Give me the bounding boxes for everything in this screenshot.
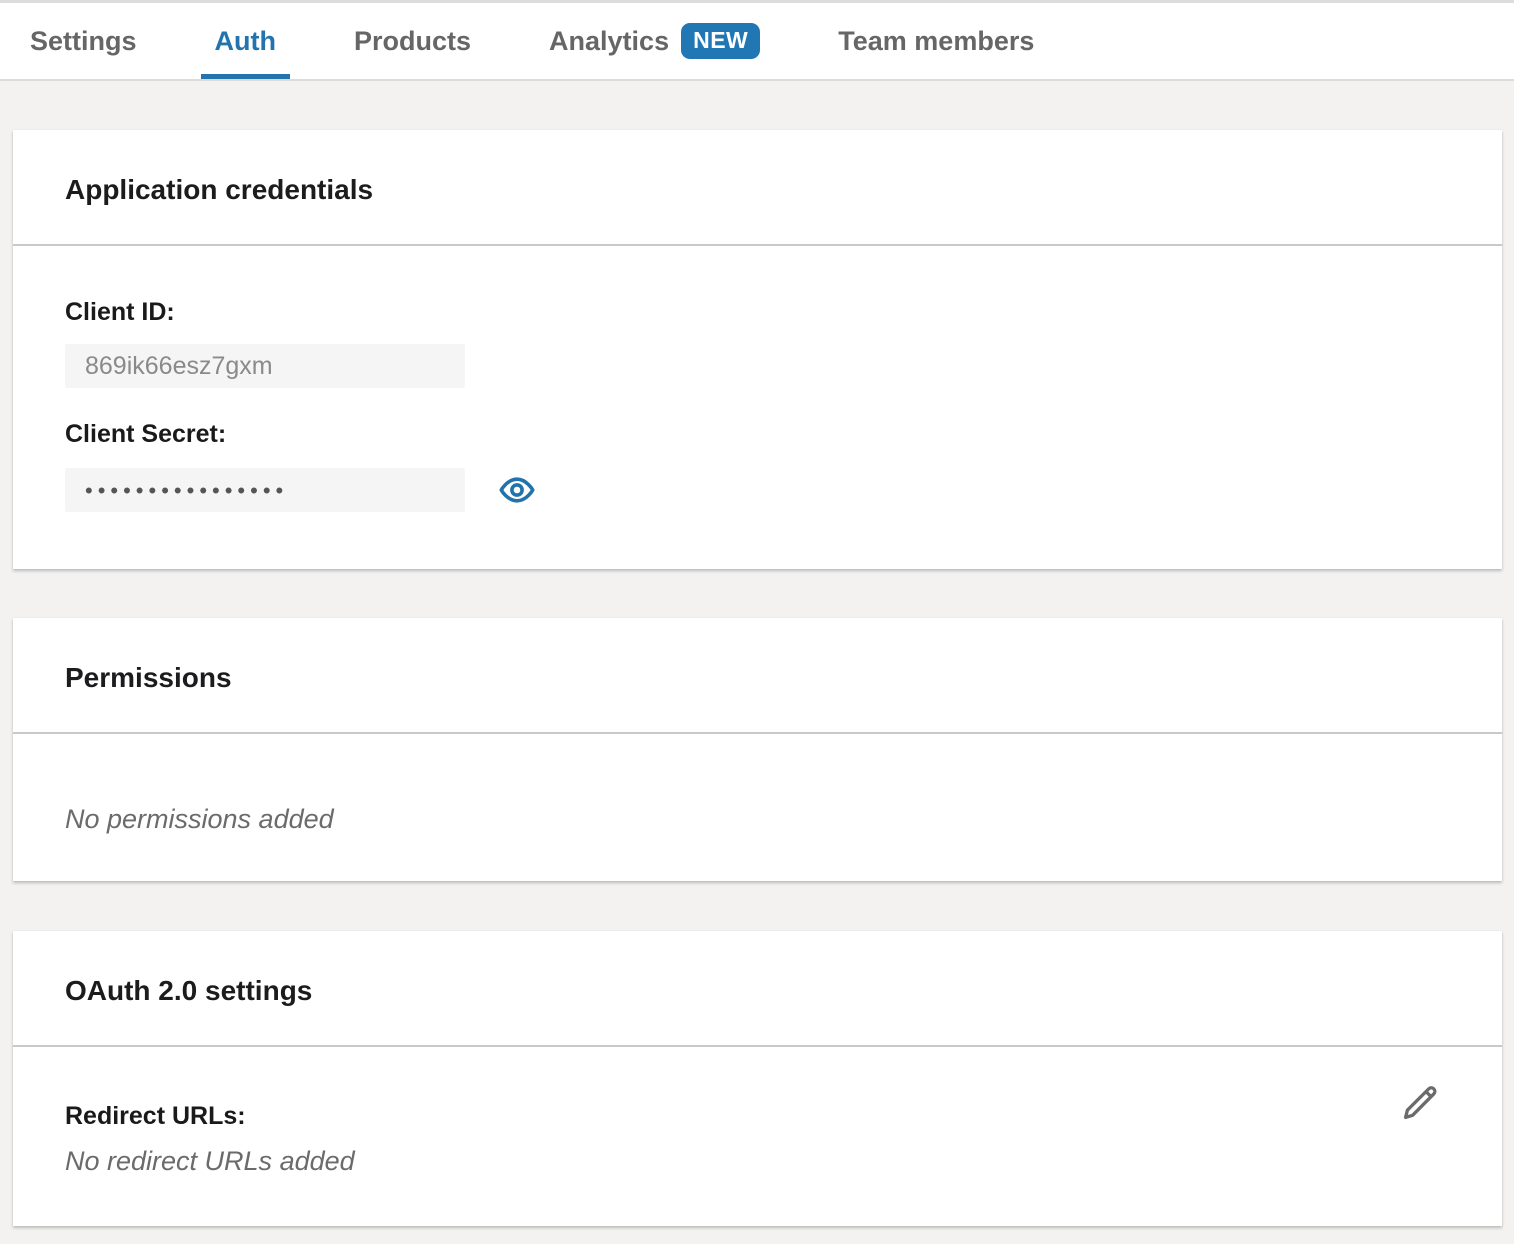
application-credentials-body: Client ID: 869ik66esz7gxm Client Secret:… <box>13 246 1502 569</box>
application-credentials-header: Application credentials <box>13 130 1502 244</box>
tab-team-members[interactable]: Team members <box>824 3 1048 79</box>
application-credentials-card: Application credentials Client ID: 869ik… <box>13 130 1502 569</box>
redirect-urls-label: Redirect URLs: <box>65 1102 1450 1130</box>
tab-analytics[interactable]: Analytics NEW <box>535 3 774 79</box>
permissions-card: Permissions No permissions added <box>13 618 1502 881</box>
tab-auth-label: Auth <box>215 26 276 57</box>
tab-bar: Settings Auth Products Analytics NEW Tea… <box>0 0 1514 81</box>
permissions-header: Permissions <box>13 618 1502 732</box>
edit-redirect-urls-button[interactable] <box>1398 1079 1444 1125</box>
oauth-settings-card: OAuth 2.0 settings Redirect URLs: No red… <box>13 931 1502 1226</box>
client-id-field[interactable]: 869ik66esz7gxm <box>65 344 465 388</box>
new-badge: NEW <box>681 23 760 59</box>
permissions-empty-text: No permissions added <box>65 804 1450 834</box>
client-secret-label: Client Secret: <box>65 420 1450 448</box>
client-secret-field[interactable]: •••••••••••••••• <box>65 468 465 512</box>
permissions-body: No permissions added <box>13 734 1502 881</box>
application-credentials-title: Application credentials <box>65 173 1450 207</box>
tab-analytics-label: Analytics <box>549 26 669 57</box>
tab-settings[interactable]: Settings <box>16 3 151 79</box>
permissions-title: Permissions <box>65 661 1450 695</box>
client-id-value: 869ik66esz7gxm <box>85 352 273 381</box>
redirect-urls-empty-text: No redirect URLs added <box>65 1146 1450 1176</box>
tab-auth[interactable]: Auth <box>201 3 290 79</box>
client-secret-masked-value: •••••••••••••••• <box>85 478 288 502</box>
tab-settings-label: Settings <box>30 26 137 57</box>
oauth-settings-title: OAuth 2.0 settings <box>65 974 1450 1008</box>
client-secret-row: •••••••••••••••• <box>65 468 1450 512</box>
pencil-icon <box>1400 1081 1442 1123</box>
reveal-secret-button[interactable] <box>497 470 537 510</box>
tab-products[interactable]: Products <box>340 3 485 79</box>
tab-products-label: Products <box>354 26 471 57</box>
oauth-settings-body: Redirect URLs: No redirect URLs added <box>13 1047 1502 1226</box>
oauth-settings-header: OAuth 2.0 settings <box>13 931 1502 1045</box>
eye-icon <box>499 472 535 508</box>
tab-team-members-label: Team members <box>838 26 1034 57</box>
client-id-label: Client ID: <box>65 298 1450 326</box>
